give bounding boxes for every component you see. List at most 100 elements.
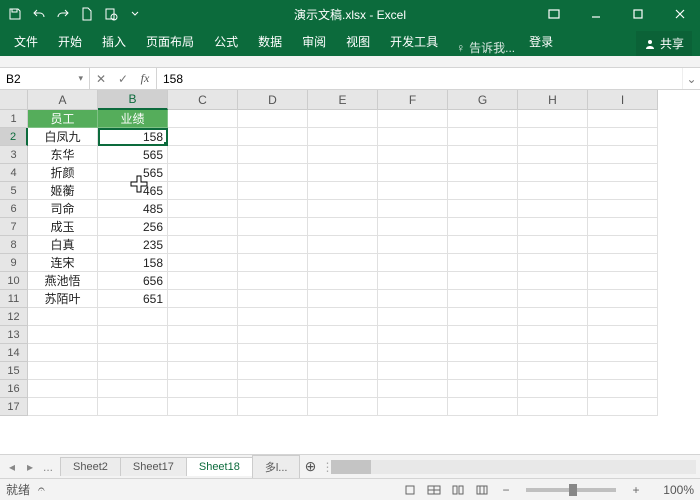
cell[interactable] [238,128,308,146]
row-header[interactable]: 17 [0,398,28,416]
cell[interactable] [518,146,588,164]
select-all-corner[interactable] [0,90,28,110]
cell[interactable] [378,110,448,128]
cell[interactable] [378,272,448,290]
cell[interactable] [28,344,98,362]
enter-formula-icon[interactable]: ✓ [112,68,134,90]
cell[interactable] [518,200,588,218]
row-header[interactable]: 5 [0,182,28,200]
row-header[interactable]: 13 [0,326,28,344]
cell[interactable] [588,380,658,398]
cell[interactable] [378,236,448,254]
cell[interactable] [518,362,588,380]
maximize-icon[interactable] [618,0,658,28]
cell[interactable] [588,254,658,272]
cell[interactable] [448,380,518,398]
chevron-down-icon[interactable]: ▾ [78,73,83,84]
cell[interactable] [28,362,98,380]
cell[interactable] [308,164,378,182]
cell[interactable] [378,218,448,236]
cell[interactable] [238,308,308,326]
cell[interactable] [238,146,308,164]
cell[interactable] [98,398,168,416]
zoom-out-button[interactable]: − [496,481,516,499]
cell[interactable] [378,254,448,272]
add-sheet-icon[interactable]: ⊕ [299,458,321,475]
tab-data[interactable]: 数据 [248,27,292,56]
sheet-scroll-right-icon[interactable]: ▸ [22,457,38,477]
cell[interactable] [168,182,238,200]
cell[interactable] [238,344,308,362]
cell[interactable] [168,110,238,128]
cell[interactable] [518,272,588,290]
cell[interactable] [28,380,98,398]
col-header-D[interactable]: D [238,90,308,110]
cell[interactable] [238,218,308,236]
cell[interactable] [238,362,308,380]
tab-formulas[interactable]: 公式 [204,27,248,56]
cell[interactable] [588,128,658,146]
cell[interactable] [518,164,588,182]
cell[interactable]: 158 [98,128,168,146]
zoom-in-button[interactable]: + [626,481,646,499]
tab-page-layout[interactable]: 页面布局 [136,27,204,56]
cell[interactable] [308,362,378,380]
cell[interactable] [308,236,378,254]
cell[interactable] [238,110,308,128]
cell[interactable] [588,344,658,362]
cell[interactable] [588,164,658,182]
cell[interactable] [378,344,448,362]
cell[interactable] [168,344,238,362]
cell[interactable]: 485 [98,200,168,218]
cell[interactable] [448,164,518,182]
cell[interactable] [518,308,588,326]
col-header-G[interactable]: G [448,90,518,110]
cell[interactable]: 员工 [28,110,98,128]
cell[interactable] [448,344,518,362]
print-preview-icon[interactable] [100,3,122,25]
cell[interactable] [518,380,588,398]
cell[interactable] [308,344,378,362]
cell[interactable] [448,110,518,128]
cell[interactable] [588,398,658,416]
sheet-tab[interactable]: 多l... [252,455,301,478]
expand-formula-bar-icon[interactable]: ⌄ [682,68,700,89]
cell[interactable] [518,110,588,128]
scrollbar-thumb[interactable] [331,460,371,474]
cell[interactable] [168,362,238,380]
cell[interactable]: 256 [98,218,168,236]
cell[interactable]: 651 [98,290,168,308]
cell[interactable] [238,398,308,416]
tab-view[interactable]: 视图 [336,27,380,56]
cell[interactable] [588,290,658,308]
fill-handle[interactable] [164,142,168,146]
cell[interactable] [168,380,238,398]
cell[interactable] [588,236,658,254]
normal-view-icon[interactable] [424,481,444,499]
cell[interactable] [378,164,448,182]
cell[interactable] [308,290,378,308]
cell[interactable] [98,344,168,362]
page-layout-view-icon[interactable] [448,481,468,499]
cell[interactable] [28,398,98,416]
tab-file[interactable]: 文件 [4,27,48,56]
cell[interactable] [378,146,448,164]
cell[interactable] [238,254,308,272]
cell[interactable] [238,200,308,218]
cell[interactable] [588,182,658,200]
cell[interactable]: 司命 [28,200,98,218]
col-header-F[interactable]: F [378,90,448,110]
cell[interactable]: 235 [98,236,168,254]
col-header-I[interactable]: I [588,90,658,110]
row-header[interactable]: 6 [0,200,28,218]
cell[interactable] [378,182,448,200]
horizontal-scrollbar[interactable] [331,460,696,474]
cell[interactable]: 565 [98,164,168,182]
cell[interactable] [98,380,168,398]
cell[interactable] [308,128,378,146]
row-header[interactable]: 1 [0,110,28,128]
col-header-A[interactable]: A [28,90,98,110]
cell[interactable] [168,326,238,344]
cell[interactable] [308,200,378,218]
cell[interactable] [448,128,518,146]
